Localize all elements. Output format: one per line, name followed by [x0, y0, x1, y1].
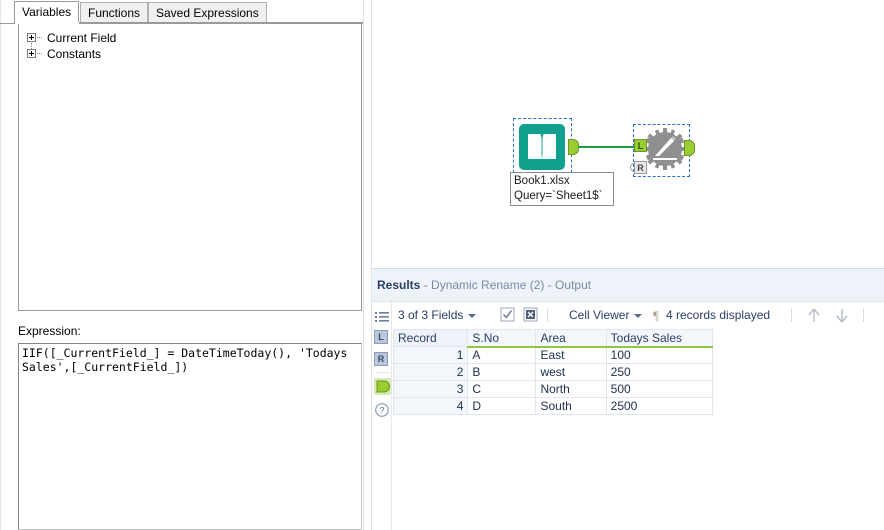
- pilcrow-icon[interactable]: ¶: [650, 307, 666, 323]
- results-title: Results - Dynamic Rename (2) - Output: [377, 278, 591, 292]
- table-header-row: Record S.No Area Todays Sales: [392, 329, 714, 348]
- variables-tree[interactable]: Current Field Constants: [18, 24, 362, 311]
- tab-saved-expressions-label: Saved Expressions: [156, 6, 259, 20]
- cell-viewer-label: Cell Viewer: [569, 308, 630, 322]
- rail-divider: [375, 372, 389, 373]
- connection-line[interactable]: [578, 146, 637, 148]
- results-grid[interactable]: Record S.No Area Todays Sales 1 A East 1…: [392, 329, 714, 415]
- grid-toolbar: 3 of 3 Fields Cell Viewer ¶ 4 records di…: [392, 302, 884, 328]
- dynamic-rename-tool[interactable]: [643, 127, 687, 171]
- active-tab-gap: [15, 22, 79, 24]
- expression-text: IIF([_CurrentField_] = DateTimeToday(), …: [22, 346, 355, 374]
- chevron-down-icon: [634, 313, 643, 318]
- svg-text:¶: ¶: [653, 308, 659, 323]
- tab-variables-label: Variables: [22, 5, 72, 19]
- panel-left-edge: [0, 0, 1, 530]
- cell-sno[interactable]: C: [467, 380, 537, 398]
- workflow-canvas[interactable]: L R Book1.xlsx Query=`Sheet1$`: [372, 0, 884, 268]
- column-header-area[interactable]: Area: [535, 329, 607, 348]
- column-header-sno[interactable]: S.No: [467, 329, 537, 348]
- cell-sales[interactable]: 250: [605, 363, 714, 381]
- table-row[interactable]: 2 B west 250: [392, 363, 714, 381]
- cell-record: 2: [392, 363, 469, 381]
- column-header-todays-sales[interactable]: Todays Sales: [605, 329, 714, 348]
- tree-item-label: Constants: [47, 47, 102, 61]
- tree-item-constants[interactable]: Constants: [19, 46, 361, 62]
- arrow-down-icon[interactable]: [833, 307, 851, 323]
- input-anchor-right[interactable]: R: [630, 161, 647, 174]
- tree-connector: [37, 53, 42, 55]
- input-anchor-left[interactable]: L: [634, 139, 647, 152]
- input-anchor-left-label: L: [637, 141, 644, 151]
- cell-area[interactable]: South: [535, 397, 607, 415]
- results-header: Results - Dynamic Rename (2) - Output: [372, 269, 884, 302]
- cell-viewer-selector[interactable]: Cell Viewer: [569, 302, 643, 328]
- arrow-up-icon[interactable]: [805, 307, 823, 323]
- field-list-icon[interactable]: [374, 309, 390, 325]
- results-title-main: Results: [377, 278, 421, 292]
- tool-annotation[interactable]: Book1.xlsx Query=`Sheet1$`: [510, 172, 614, 206]
- expression-input[interactable]: IIF([_CurrentField_] = DateTimeToday(), …: [18, 343, 362, 530]
- tree-connector: [37, 37, 42, 39]
- column-header-record[interactable]: Record: [392, 329, 469, 347]
- checkbox-x-icon[interactable]: [523, 307, 539, 323]
- input-anchor-right-label: R: [637, 163, 644, 173]
- input-anchor-L-label: L: [378, 332, 384, 342]
- table-row[interactable]: 3 C North 500: [392, 380, 714, 398]
- results-title-sub: - Dynamic Rename (2) - Output: [420, 278, 592, 292]
- open-book-icon: [528, 134, 556, 159]
- input-data-tool[interactable]: [519, 124, 565, 170]
- input-anchor-R[interactable]: R: [374, 352, 388, 366]
- chevron-down-icon: [468, 313, 477, 318]
- plus-icon[interactable]: [27, 33, 36, 42]
- panel-splitter[interactable]: [363, 0, 372, 530]
- input-anchor-R-label: R: [377, 354, 385, 364]
- cell-sno[interactable]: A: [467, 346, 537, 364]
- cell-record: 4: [392, 397, 469, 415]
- cell-sno[interactable]: B: [467, 363, 537, 381]
- cell-sales[interactable]: 500: [605, 380, 714, 398]
- cell-area[interactable]: west: [535, 363, 607, 381]
- svg-text:?: ?: [379, 406, 384, 416]
- app-window: Variables Functions Saved Expressions Cu…: [0, 0, 884, 530]
- records-displayed-label: 4 records displayed: [666, 308, 771, 322]
- output-anchor[interactable]: [374, 378, 391, 395]
- expression-editor-panel: Variables Functions Saved Expressions Cu…: [0, 0, 363, 530]
- tab-functions[interactable]: Functions: [80, 2, 149, 23]
- checkbox-checked-icon[interactable]: [500, 307, 516, 323]
- cell-sales[interactable]: 2500: [605, 397, 714, 415]
- tab-functions-label: Functions: [88, 6, 141, 20]
- plus-icon[interactable]: [27, 49, 36, 58]
- expression-tabs: Variables Functions Saved Expressions: [14, 1, 363, 23]
- cell-sno[interactable]: D: [467, 397, 537, 415]
- cell-area[interactable]: North: [535, 380, 607, 398]
- fields-selector-label: 3 of 3 Fields: [398, 308, 464, 322]
- cell-record: 1: [392, 346, 469, 364]
- output-anchor[interactable]: [684, 140, 695, 156]
- cell-record: 3: [392, 380, 469, 398]
- tab-variables[interactable]: Variables: [14, 1, 80, 23]
- table-row[interactable]: 4 D South 2500: [392, 397, 714, 415]
- expression-label: Expression:: [18, 324, 81, 338]
- tree-item-label: Current Field: [47, 31, 117, 45]
- gear-pencil-icon: [644, 128, 686, 170]
- cell-sales[interactable]: 100: [605, 346, 714, 364]
- annotation-line-1: Book1.xlsx: [514, 175, 570, 187]
- toolbar-divider: [791, 308, 792, 322]
- toolbar-divider: [863, 308, 864, 322]
- fields-selector[interactable]: 3 of 3 Fields: [398, 302, 477, 328]
- annotation-line-2: Query=`Sheet1$`: [514, 190, 603, 202]
- help-icon[interactable]: ?: [374, 402, 390, 418]
- cell-area[interactable]: East: [535, 346, 607, 364]
- results-panel: Results - Dynamic Rename (2) - Output L …: [372, 268, 884, 530]
- tree-item-current-field[interactable]: Current Field: [19, 30, 361, 49]
- tab-saved-expressions[interactable]: Saved Expressions: [148, 2, 267, 23]
- results-rail: L R ?: [372, 302, 392, 530]
- toolbar-divider: [547, 308, 548, 322]
- input-anchor-L[interactable]: L: [374, 330, 388, 344]
- table-row[interactable]: 1 A East 100: [392, 346, 714, 364]
